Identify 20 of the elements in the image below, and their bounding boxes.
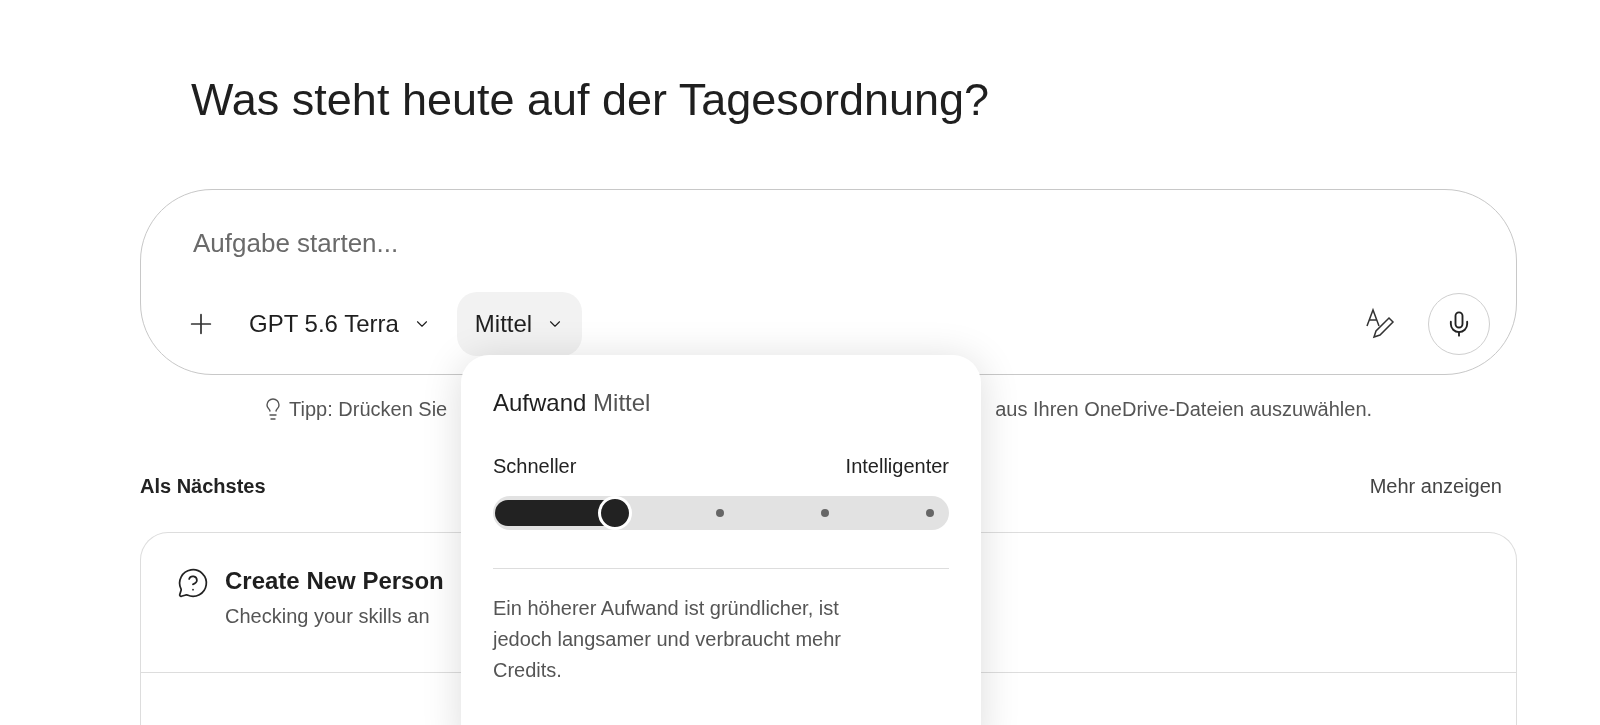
slider-step-dot [821, 509, 829, 517]
page-heading: Was steht heute auf der Tagesordnung? [190, 73, 991, 127]
effort-slider[interactable] [493, 496, 949, 530]
slider-step-dot [926, 509, 934, 517]
task-input[interactable]: Aufgabe starten... [191, 222, 1490, 264]
slider-max-label: Intelligenter [845, 455, 949, 478]
tip-text: aus Ihren OneDrive-Dateien auszuwählen. [995, 397, 1373, 421]
popover-title: Aufwand Mittel [493, 389, 652, 417]
effort-dropdown[interactable]: Mittel [456, 292, 583, 356]
slider-min-label: Schneller [493, 455, 577, 478]
show-more-link[interactable]: Mehr anzeigen [1369, 475, 1502, 498]
task-subtitle: Checking your skills an [225, 605, 431, 628]
section-title: Als Nächstes [140, 475, 266, 498]
model-dropdown[interactable]: GPT 5.6 Terra [231, 292, 449, 356]
slider-step-dot [716, 509, 724, 517]
slider-thumb[interactable] [598, 496, 632, 530]
popover-description: Ein höherer Aufwand ist gründlicher, ist jedoch langsamer und verbraucht mehr Credits. [493, 596, 842, 683]
task-title: Create New Person [225, 567, 444, 595]
question-bubble-icon [177, 567, 209, 599]
tip-text: Tipp: Drücken Sie [289, 397, 448, 421]
